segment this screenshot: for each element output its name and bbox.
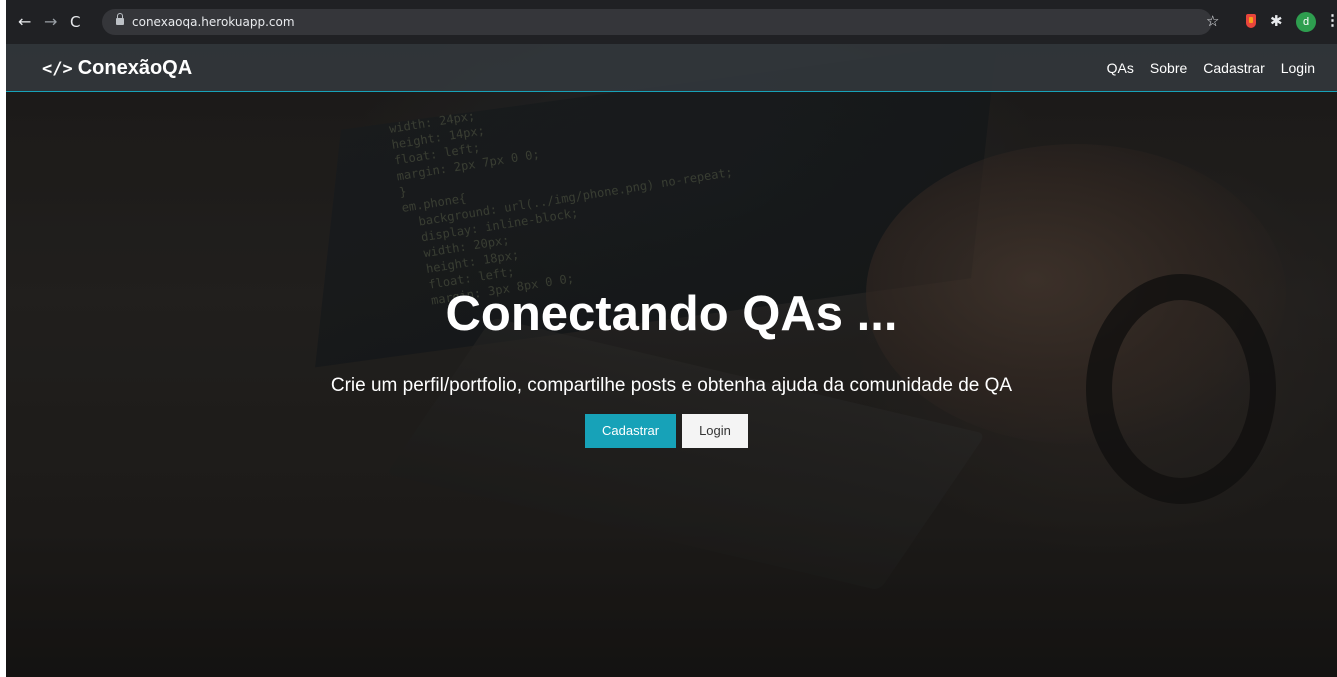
code-icon: </> <box>42 59 73 79</box>
back-arrow-icon[interactable]: ← <box>18 12 31 32</box>
lock-icon[interactable] <box>116 13 124 26</box>
bookmark-star-icon[interactable]: ☆ <box>1206 12 1219 30</box>
nav-links: QAs Sobre Cadastrar Login <box>1091 59 1315 77</box>
page-viewport: width: 24px; height: 14px; float: left; … <box>6 44 1337 677</box>
brand-logo[interactable]: </> ConexãoQA <box>42 56 192 81</box>
hero-buttons: Cadastrar Login <box>585 414 748 448</box>
reload-icon[interactable]: C <box>70 12 80 32</box>
kebab-menu-icon[interactable]: ⋮ <box>1325 11 1337 31</box>
dark-overlay <box>6 44 1337 677</box>
url-text[interactable]: conexaoqa.herokuapp.com <box>132 14 295 30</box>
address-bar[interactable]: conexaoqa.herokuapp.com <box>102 9 1212 35</box>
forward-arrow-icon[interactable]: → <box>44 12 57 32</box>
login-button[interactable]: Login <box>682 414 748 448</box>
nav-link-sobre[interactable]: Sobre <box>1150 59 1187 77</box>
nav-link-qas[interactable]: QAs <box>1107 59 1134 77</box>
nav-link-login[interactable]: Login <box>1281 59 1315 77</box>
cadastrar-button[interactable]: Cadastrar <box>585 414 677 448</box>
brand-name: ConexãoQA <box>77 57 193 79</box>
nav-link-cadastrar[interactable]: Cadastrar <box>1203 59 1264 77</box>
site-navbar: </> ConexãoQA QAs Sobre Cadastrar Login <box>6 44 1337 92</box>
hero-subtitle: Crie um perfil/portfolio, compartilhe po… <box>330 375 1013 396</box>
browser-toolbar: ← → C conexaoqa.herokuapp.com ☆ ✱ d ⋮ <box>0 0 1337 44</box>
extension-icon[interactable] <box>1246 14 1256 28</box>
hero-title: Conectando QAs ... <box>445 287 898 341</box>
profile-avatar[interactable]: d <box>1296 12 1316 32</box>
puzzle-icon[interactable]: ✱ <box>1270 12 1283 30</box>
